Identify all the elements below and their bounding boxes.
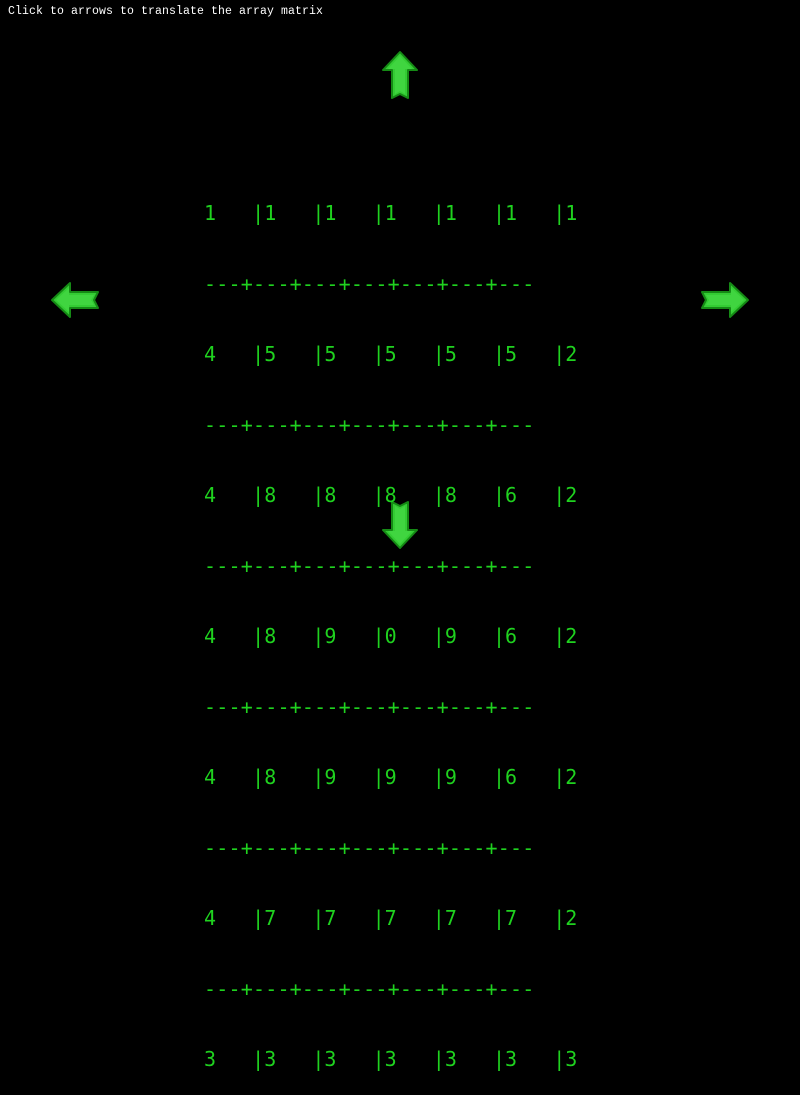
matrix-row: 1 |1 |1 |1 |1 |1 |1 [204,201,578,225]
instruction-text: Click to arrows to translate the array m… [8,5,324,18]
matrix-row: 3 |3 |3 |3 |3 |3 |3 [204,1047,578,1071]
matrix-separator: ---+---+---+---+---+---+--- [204,271,535,296]
arrow-left-icon[interactable] [50,281,100,319]
matrix-separator: ---+---+---+---+---+---+--- [204,835,535,860]
matrix-separator: ---+---+---+---+---+---+--- [204,976,535,1001]
arrow-up-icon[interactable] [381,50,419,100]
matrix-separator: ---+---+---+---+---+---+--- [204,694,535,719]
matrix-row: 4 |8 |9 |9 |9 |6 |2 [204,765,578,789]
matrix-row: 4 |7 |7 |7 |7 |7 |2 [204,906,578,930]
array-matrix: 1 |1 |1 |1 |1 |1 |1 ---+---+---+---+---+… [204,155,624,1095]
matrix-separator: ---+---+---+---+---+---+--- [204,553,535,578]
matrix-row: 4 |8 |8 |8 |8 |6 |2 [204,483,578,507]
matrix-separator: ---+---+---+---+---+---+--- [204,412,535,437]
matrix-row: 4 |8 |9 |0 |9 |6 |2 [204,624,578,648]
arrow-right-icon[interactable] [700,281,750,319]
matrix-row: 4 |5 |5 |5 |5 |5 |2 [204,342,578,366]
